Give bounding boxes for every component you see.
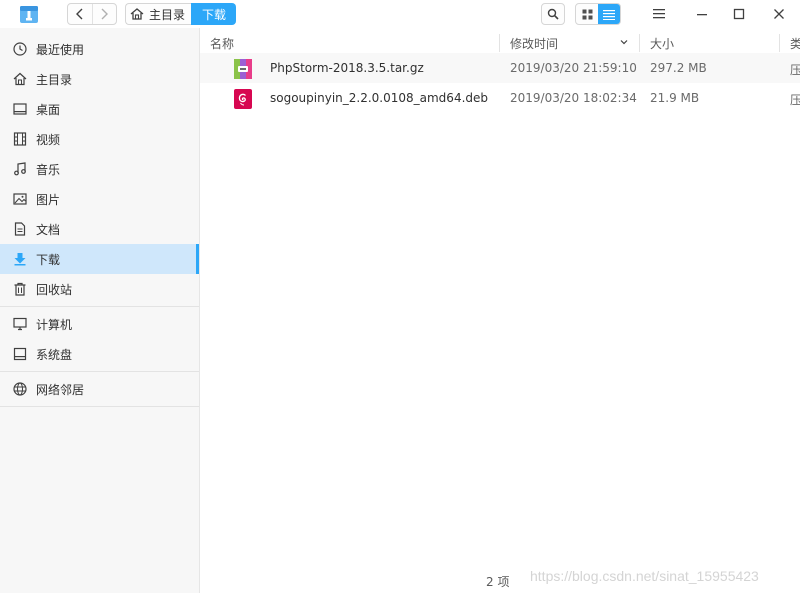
grid-icon <box>582 9 592 19</box>
file-row[interactable]: sogoupinyin_2.2.0.0108_amd64.deb 2019/03… <box>200 83 800 113</box>
column-divider[interactable] <box>499 34 500 52</box>
debian-package-icon <box>234 89 252 109</box>
sidebar-item-label: 网络邻居 <box>36 382 85 397</box>
hamburger-menu-icon <box>653 9 665 19</box>
computer-icon <box>12 316 28 332</box>
back-button[interactable] <box>68 4 92 24</box>
sidebar-item-label: 回收站 <box>36 282 73 297</box>
sidebar-item-trash[interactable]: 回收站 <box>0 274 199 304</box>
archive-icon <box>234 59 252 79</box>
column-name-label: 名称 <box>210 36 235 51</box>
file-size: 21.9 MB <box>650 91 700 105</box>
breadcrumb-downloads[interactable]: 下载 <box>191 3 237 25</box>
file-size: 297.2 MB <box>650 61 707 75</box>
file-modified: 2019/03/20 21:59:10 <box>510 61 637 75</box>
maximize-icon <box>733 8 745 20</box>
sidebar-item-label: 音乐 <box>36 162 61 177</box>
breadcrumb-home[interactable]: 主目录 <box>125 3 192 25</box>
minimize-button[interactable] <box>690 3 714 25</box>
chevron-left-icon <box>75 8 83 20</box>
sidebar-item-pictures[interactable]: 图片 <box>0 184 199 214</box>
sidebar-item-label: 最近使用 <box>36 42 85 57</box>
column-divider[interactable] <box>639 34 640 52</box>
column-type-label: 类 <box>790 36 800 51</box>
download-icon <box>12 251 28 267</box>
sidebar-item-documents[interactable]: 文档 <box>0 214 199 244</box>
disk-icon <box>12 346 28 362</box>
file-type: 压 <box>790 93 800 107</box>
sidebar-item-videos[interactable]: 视频 <box>0 124 199 154</box>
sidebar: 最近使用 主目录 桌面 视频 音乐 图片 文档 下载 回收站 计算机 系统盘 网… <box>0 28 200 593</box>
sidebar-item-desktop[interactable]: 桌面 <box>0 94 199 124</box>
sidebar-divider <box>0 306 199 307</box>
sidebar-item-computer[interactable]: 计算机 <box>0 309 199 339</box>
item-count: 2 项 <box>486 575 510 589</box>
sidebar-item-system-disk[interactable]: 系统盘 <box>0 339 199 369</box>
navigation-buttons <box>67 3 117 25</box>
sidebar-item-recent[interactable]: 最近使用 <box>0 34 199 64</box>
column-name[interactable]: 名称 <box>210 34 234 52</box>
sidebar-divider <box>0 371 199 372</box>
column-header: 名称 修改时间 大小 类 <box>200 34 800 52</box>
sidebar-item-label: 图片 <box>36 192 61 207</box>
home-icon <box>129 7 145 21</box>
breadcrumb-downloads-label: 下载 <box>202 7 227 22</box>
sidebar-item-label: 系统盘 <box>36 347 73 362</box>
chevron-right-icon <box>101 8 109 20</box>
column-divider[interactable] <box>779 34 780 52</box>
watermark: https://blog.csdn.net/sinat_15955423 <box>530 568 759 584</box>
search-button[interactable] <box>541 3 565 25</box>
close-icon <box>774 9 784 19</box>
network-icon <box>12 381 28 397</box>
file-modified: 2019/03/20 18:02:34 <box>510 91 637 105</box>
list-icon <box>603 9 615 20</box>
sidebar-item-label: 计算机 <box>36 317 73 332</box>
search-icon <box>547 8 559 20</box>
trash-icon <box>12 281 28 297</box>
document-icon <box>12 221 28 237</box>
sidebar-item-downloads[interactable]: 下载 <box>0 244 199 274</box>
picture-icon <box>12 191 28 207</box>
film-icon <box>12 131 28 147</box>
sidebar-item-label: 主目录 <box>36 72 73 87</box>
titlebar: 主目录 下载 <box>0 0 800 28</box>
file-type: 压 <box>790 63 800 77</box>
maximize-button[interactable] <box>727 3 751 25</box>
view-mode-toggle <box>575 3 621 25</box>
breadcrumb-home-label: 主目录 <box>149 7 186 22</box>
column-size[interactable]: 大小 <box>650 34 674 52</box>
sidebar-item-label: 视频 <box>36 132 61 147</box>
forward-button[interactable] <box>91 4 117 24</box>
icon-view-button[interactable] <box>576 4 598 24</box>
sidebar-item-home[interactable]: 主目录 <box>0 64 199 94</box>
list-view-button[interactable] <box>598 4 620 24</box>
close-button[interactable] <box>767 3 791 25</box>
clock-icon <box>12 41 28 57</box>
column-modified[interactable]: 修改时间 <box>510 34 639 52</box>
file-row[interactable]: PhpStorm-2018.3.5.tar.gz 2019/03/20 21:5… <box>200 53 800 83</box>
home-icon <box>12 71 28 87</box>
desktop-icon <box>12 101 28 117</box>
breadcrumb: 主目录 下载 <box>125 3 237 25</box>
minimize-icon <box>697 14 707 16</box>
file-name: sogoupinyin_2.2.0.0108_amd64.deb <box>270 91 489 105</box>
chevron-down-icon <box>620 40 628 45</box>
column-type[interactable]: 类 <box>790 34 800 52</box>
sidebar-item-label: 下载 <box>36 252 61 267</box>
music-icon <box>12 161 28 177</box>
sidebar-divider <box>0 406 199 407</box>
file-list-pane: 名称 修改时间 大小 类 PhpStorm-2018.3.5.tar.gz 20… <box>200 28 800 593</box>
menu-button[interactable] <box>647 3 671 25</box>
column-modified-label: 修改时间 <box>510 36 559 51</box>
sidebar-item-label: 文档 <box>36 222 61 237</box>
sidebar-item-label: 桌面 <box>36 102 61 117</box>
file-manager-icon <box>18 3 40 25</box>
sidebar-item-network[interactable]: 网络邻居 <box>0 374 199 404</box>
sidebar-item-music[interactable]: 音乐 <box>0 154 199 184</box>
file-name: PhpStorm-2018.3.5.tar.gz <box>270 61 424 75</box>
column-size-label: 大小 <box>650 36 675 51</box>
